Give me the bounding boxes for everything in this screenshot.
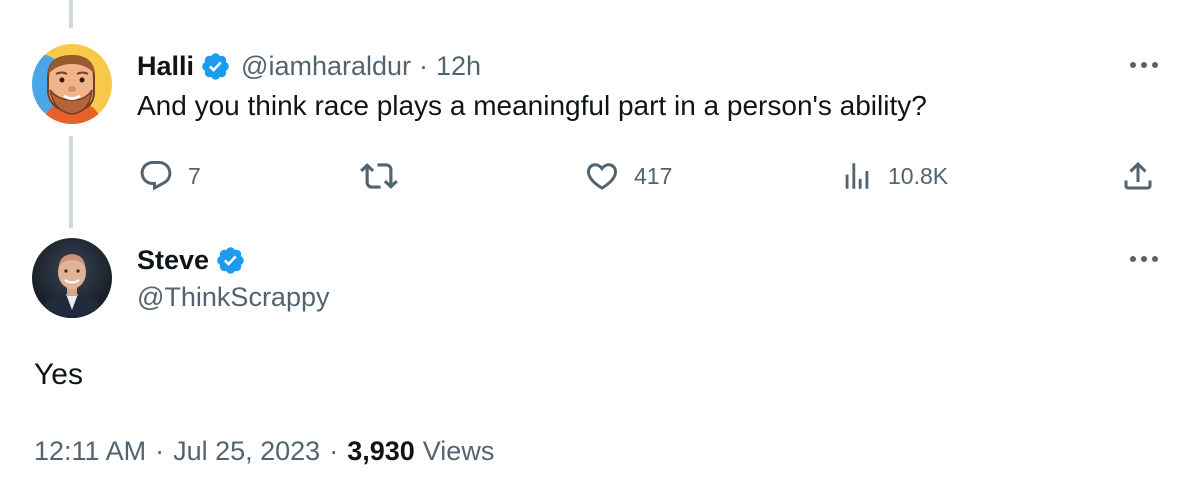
analytics-bars-icon bbox=[845, 163, 869, 189]
halli-display-name[interactable]: Halli bbox=[137, 51, 194, 82]
reply-icon bbox=[140, 161, 172, 191]
views-count: 10.8K bbox=[888, 162, 949, 189]
halli-more-button[interactable] bbox=[1124, 55, 1164, 75]
tweet-time[interactable]: 12:11 AM bbox=[34, 436, 146, 467]
steve-handle[interactable]: @ThinkScrappy bbox=[137, 282, 329, 313]
separator-dot: · bbox=[155, 436, 165, 466]
verified-badge-icon[interactable] bbox=[215, 245, 246, 276]
like-button[interactable]: 417 bbox=[584, 156, 672, 196]
like-count: 417 bbox=[634, 162, 673, 189]
repost-button[interactable] bbox=[360, 156, 412, 196]
more-dots-icon bbox=[1130, 62, 1158, 68]
tweet-views-label: Views bbox=[422, 436, 495, 466]
reply-button[interactable]: 7 bbox=[138, 156, 201, 196]
thread-line-top bbox=[69, 0, 73, 28]
halli-tweet-text: And you think race plays a meaningful pa… bbox=[137, 90, 927, 121]
halli-avatar[interactable] bbox=[32, 44, 112, 124]
repost-icon bbox=[360, 163, 398, 189]
tweet-meta: 12:11 AM · Jul 25, 2023 · 3,930 Views bbox=[34, 436, 494, 467]
tweet-date[interactable]: Jul 25, 2023 bbox=[173, 436, 320, 467]
heart-icon bbox=[586, 163, 618, 190]
photo-avatar-icon bbox=[32, 238, 112, 318]
halli-name-row: Halli @iamharaldur · 12h bbox=[137, 46, 481, 86]
steve-display-name[interactable]: Steve bbox=[137, 245, 209, 276]
reply-count: 7 bbox=[188, 162, 201, 189]
steve-avatar[interactable] bbox=[32, 238, 112, 318]
separator-dot: · bbox=[419, 50, 429, 81]
halli-timestamp[interactable]: 12h bbox=[436, 51, 481, 82]
cartoon-avatar-icon bbox=[32, 44, 112, 124]
thread-line-connector bbox=[69, 136, 73, 228]
tweet-views-count[interactable]: 3,930 bbox=[347, 436, 415, 467]
steve-tweet-text: Yes bbox=[34, 358, 83, 391]
verified-badge-icon[interactable] bbox=[200, 51, 231, 82]
share-button[interactable] bbox=[1120, 156, 1156, 196]
views-button[interactable]: 10.8K bbox=[840, 156, 948, 196]
steve-name-row: Steve bbox=[137, 240, 246, 280]
share-upload-icon bbox=[1124, 161, 1152, 190]
separator-dot: · bbox=[329, 436, 339, 466]
halli-handle[interactable]: @iamharaldur bbox=[241, 51, 411, 82]
steve-more-button[interactable] bbox=[1124, 249, 1164, 269]
more-dots-icon bbox=[1130, 256, 1158, 262]
